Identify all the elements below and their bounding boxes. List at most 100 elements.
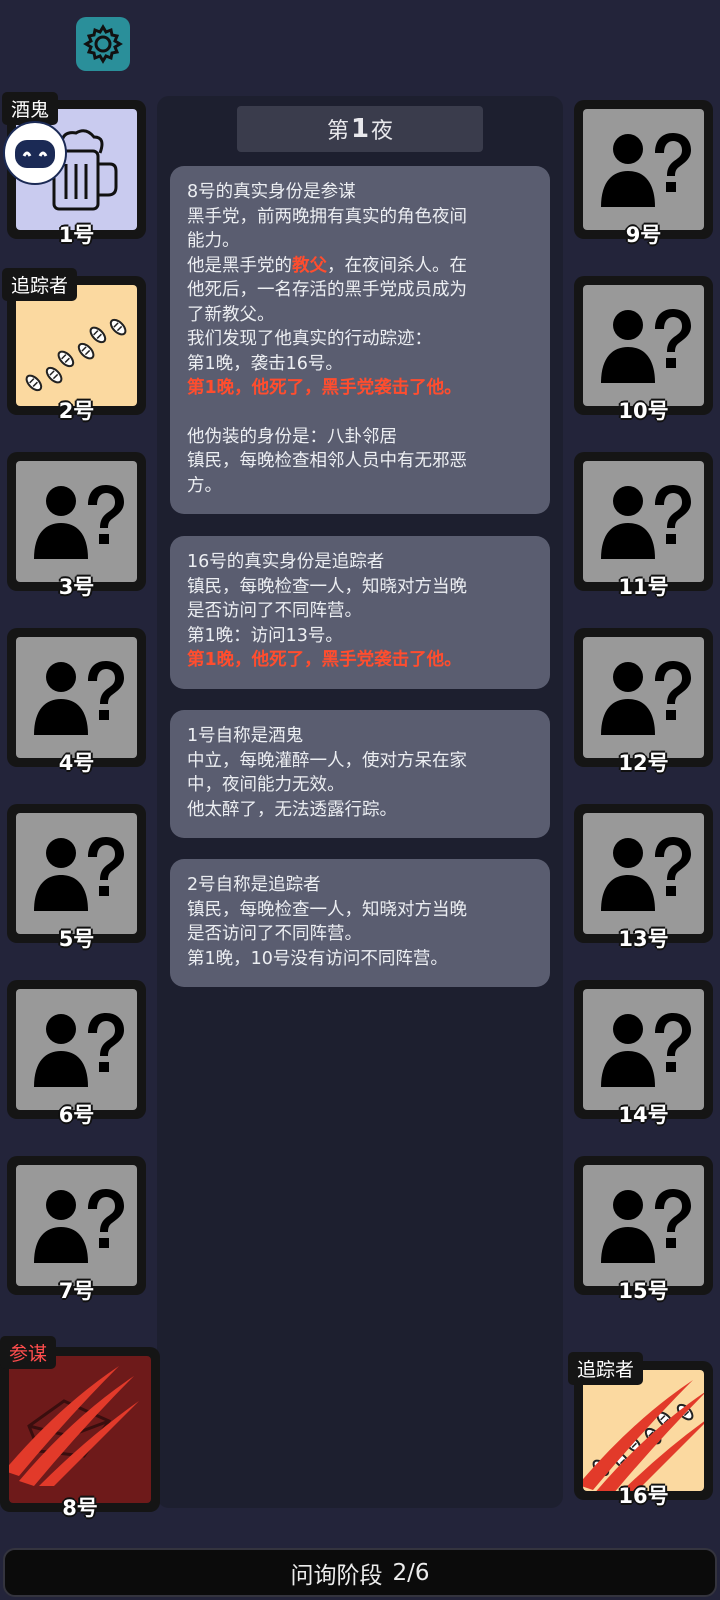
log-line: 他死后，一名存活的黑手党成员成为 bbox=[187, 280, 467, 300]
unknown-player-icon bbox=[601, 837, 691, 911]
player-number-label: 16号 bbox=[618, 1484, 669, 1508]
player-portrait bbox=[9, 1356, 151, 1503]
player-number-label: 15号 bbox=[618, 1279, 669, 1303]
log-line: 8号的真实身份是参谋 bbox=[187, 182, 356, 202]
night-title: 第 1 夜 bbox=[237, 106, 483, 152]
log-card: 2号自称是追踪者镇民，每晚检查一人，知晓对方当晚 是否访问了不同阵营。第1晚，10… bbox=[170, 859, 550, 987]
log-line: 是否访问了不同阵营。 bbox=[187, 924, 362, 944]
log-text: ，在夜间杀人。在 bbox=[327, 255, 467, 276]
settings-button[interactable] bbox=[76, 17, 130, 71]
footprints-icon bbox=[25, 318, 127, 392]
robot-face-icon bbox=[3, 121, 67, 185]
log-line: 第1晚：访问13号。 bbox=[187, 625, 343, 646]
player-number-label: 9号 bbox=[625, 223, 662, 247]
phase-bar: 问询阶段 2/6 bbox=[3, 1548, 717, 1597]
log-line: 方。 bbox=[187, 475, 222, 496]
phase-label: 问询阶段 bbox=[290, 1562, 383, 1589]
role-tag: 追踪者 bbox=[568, 1352, 644, 1385]
log-card: 16号的真实身份是追踪者 镇民，每晚检查一人，知晓对方当晚 是否访问了不同阵营。 第1… bbox=[170, 536, 550, 689]
log-line: 了新教父。 bbox=[187, 304, 275, 325]
log-death-line: 第1晚，他死了，黑手党袭击了他。 bbox=[187, 650, 462, 670]
player-slot[interactable]: 4号 bbox=[7, 628, 146, 775]
log-line: 第1晚，袭击16号。 bbox=[187, 353, 343, 374]
log-line: 中，夜间能力无效。 bbox=[187, 775, 345, 795]
log-death-line: 第1晚，他死了，黑手党袭击了他。 bbox=[187, 378, 462, 398]
player-number-label: 10号 bbox=[618, 399, 669, 423]
player-number-label: 5号 bbox=[58, 927, 95, 951]
night-title-suffix: 夜 bbox=[371, 119, 394, 144]
player-number-label: 1号 bbox=[58, 223, 95, 247]
player-portrait bbox=[16, 813, 137, 934]
unknown-player-icon bbox=[34, 1189, 124, 1263]
player-slot[interactable]: 11号 bbox=[574, 452, 713, 599]
claw-slash-icon bbox=[9, 1366, 139, 1486]
log-line: 1号自称是酒鬼 bbox=[187, 726, 304, 746]
log-line: 是否访问了不同阵营。 bbox=[187, 601, 362, 621]
log-line: 他是黑手党的教父，在夜间杀人。在 bbox=[187, 254, 532, 279]
player-slot[interactable]: 7号 bbox=[7, 1156, 146, 1303]
log-card: 1号自称是酒鬼中立，每晚灌醉一人，使对方呆在家 中，夜间能力无效。他太醉了，无法透… bbox=[170, 710, 550, 838]
log-card: 8号的真实身份是参谋黑手党，前两晚拥有真实的角色夜间 能力。他是黑手党的教父，在夜… bbox=[170, 166, 550, 514]
phase-progress: 2/6 bbox=[392, 1559, 430, 1586]
unknown-player-icon bbox=[34, 1013, 124, 1087]
log-text: 他是黑手党的 bbox=[187, 255, 292, 276]
unknown-player-icon bbox=[601, 661, 691, 735]
unknown-player-icon bbox=[601, 133, 691, 207]
player-portrait bbox=[583, 461, 704, 582]
player-slot[interactable]: 9号 bbox=[574, 100, 713, 247]
player-number-label: 11号 bbox=[618, 575, 669, 599]
player-number-label: 4号 bbox=[58, 751, 95, 775]
unknown-player-icon bbox=[34, 661, 124, 735]
unknown-player-icon bbox=[601, 1013, 691, 1087]
player-number-label: 7号 bbox=[58, 1279, 95, 1303]
log-line: 黑手党，前两晚拥有真实的角色夜间 bbox=[187, 206, 467, 227]
player-number-label: 2号 bbox=[58, 399, 95, 423]
player-portrait bbox=[16, 989, 137, 1110]
log-line: 2号自称是追踪者 bbox=[187, 875, 321, 895]
player-slot[interactable]: 5号 bbox=[7, 804, 146, 951]
night-number: 1 bbox=[350, 114, 370, 144]
player-number-label: 13号 bbox=[618, 927, 669, 951]
player-slot[interactable]: 8号 bbox=[0, 1347, 160, 1520]
unknown-player-icon bbox=[34, 485, 124, 559]
role-tag: 参谋 bbox=[0, 1336, 57, 1369]
player-slot[interactable]: 10号 bbox=[574, 276, 713, 423]
log-highlight: 教父 bbox=[292, 255, 327, 276]
unknown-player-icon bbox=[601, 309, 691, 383]
gear-icon bbox=[83, 24, 123, 64]
log-line: 16号的真实身份是追踪者 bbox=[187, 552, 385, 572]
player-portrait bbox=[16, 1165, 137, 1286]
player-portrait bbox=[583, 1165, 704, 1286]
player-slot[interactable]: 6号 bbox=[7, 980, 146, 1127]
player-slot[interactable]: 3号 bbox=[7, 452, 146, 599]
log-line: 镇民，每晚检查相邻人员中有无邪恶 bbox=[187, 451, 467, 471]
log-line: 我们发现了他真实的行动踪迹： bbox=[187, 329, 432, 349]
log-line: 镇民，每晚检查一人，知晓对方当晚 bbox=[187, 576, 467, 597]
player-portrait bbox=[16, 285, 137, 406]
player-portrait bbox=[583, 989, 704, 1110]
claw-slash-icon bbox=[583, 1380, 704, 1491]
player-number-label: 14号 bbox=[618, 1103, 669, 1127]
log-line: 他太醉了，无法透露行踪。 bbox=[187, 799, 397, 820]
player-slot[interactable]: 14号 bbox=[574, 980, 713, 1127]
player-number-label: 8号 bbox=[62, 1496, 98, 1520]
night-title-prefix: 第 bbox=[326, 119, 349, 144]
player-number-label: 12号 bbox=[618, 751, 669, 775]
player-portrait bbox=[583, 109, 704, 230]
unknown-player-icon bbox=[34, 837, 124, 911]
log-line: 他伪装的身份是：八卦邻居 bbox=[187, 426, 397, 447]
role-tag: 追踪者 bbox=[2, 268, 78, 301]
player-slot[interactable]: 12号 bbox=[574, 628, 713, 775]
player-slot[interactable]: 13号 bbox=[574, 804, 713, 951]
player-number-label: 6号 bbox=[58, 1103, 95, 1127]
player-portrait bbox=[583, 637, 704, 758]
log-line: 第1晚，10号没有访问不同阵营。 bbox=[187, 948, 448, 969]
player-slot[interactable]: 15号 bbox=[574, 1156, 713, 1303]
unknown-player-icon bbox=[601, 485, 691, 559]
log-line: 镇民，每晚检查一人，知晓对方当晚 bbox=[187, 899, 467, 920]
player-portrait bbox=[583, 1370, 704, 1491]
player-portrait bbox=[583, 285, 704, 406]
player-portrait bbox=[16, 637, 137, 758]
log-line: 中立，每晚灌醉一人，使对方呆在家 bbox=[187, 750, 467, 771]
log-line: 能力。 bbox=[187, 231, 240, 251]
